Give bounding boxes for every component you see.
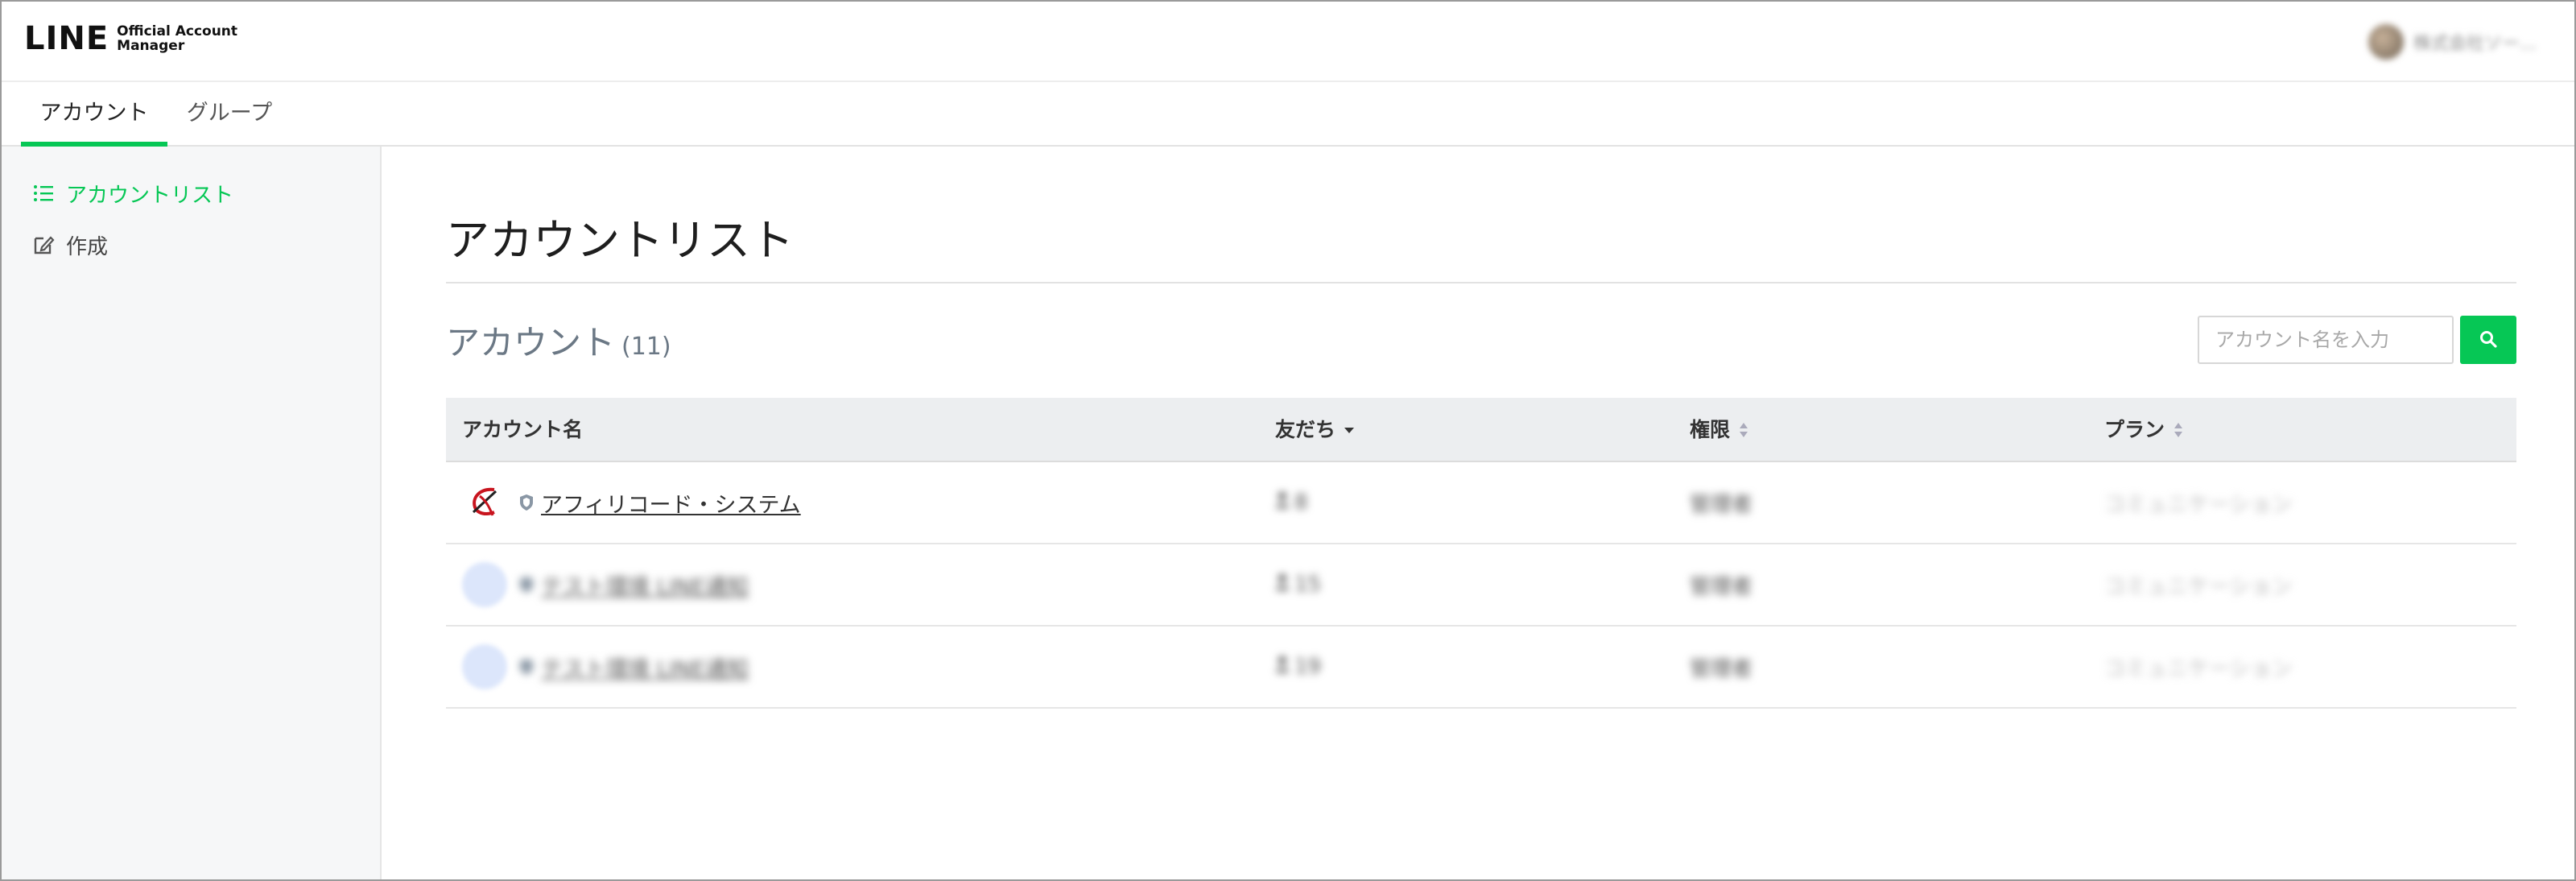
column-header-account-name[interactable]: アカウント名	[462, 398, 583, 462]
account-avatar	[462, 480, 507, 525]
account-name-link[interactable]: テスト環境 LINE通知	[541, 651, 749, 683]
account-count: (11)	[621, 333, 671, 361]
section-title: アカウント (11)	[446, 316, 671, 365]
main-tabs: アカウント グループ	[2, 82, 2574, 147]
account-search-input[interactable]	[2198, 316, 2454, 364]
logo-sub-text: Official Account Manager	[117, 24, 237, 53]
table-header: アカウント名 友だち 権限 プラン	[446, 398, 2516, 462]
section-title-label: アカウント	[446, 323, 616, 362]
edit-icon	[31, 232, 56, 258]
tab-group[interactable]: グループ	[177, 82, 282, 145]
sidebar-item-label: 作成	[66, 234, 109, 259]
role-cell: 管理者	[1690, 574, 1753, 599]
top-header: LINE Official Account Manager 株式会社ソー...	[2, 2, 2574, 82]
account-name-cell: アフィリコード・システム	[462, 462, 801, 543]
column-label: プラン	[2104, 418, 2165, 441]
table-row[interactable]: アフィリコード・システム 8 管理者 コミュニケーション	[446, 462, 2516, 544]
search-button[interactable]	[2460, 316, 2516, 364]
account-table: アカウント名 友だち 権限 プラン アフィリコード・システム 8 管理者 コミュ…	[446, 398, 2516, 709]
person-icon	[1275, 655, 1290, 679]
friends-count-value: 19	[1294, 655, 1322, 679]
logo-main-text: LINE	[24, 20, 109, 57]
sort-icon	[2173, 421, 2184, 439]
logo-sub-line2: Manager	[117, 38, 185, 54]
plan-cell: コミュニケーション	[2104, 574, 2293, 599]
line-oa-manager-logo[interactable]: LINE Official Account Manager	[24, 19, 237, 58]
role-cell: 管理者	[1690, 492, 1753, 517]
column-label: 友だち	[1275, 418, 1336, 441]
account-name-cell: テスト環境 LINE通知	[462, 627, 749, 707]
account-name-link[interactable]: テスト環境 LINE通知	[541, 569, 749, 601]
friends-count-value: 8	[1294, 490, 1308, 515]
person-icon	[1275, 490, 1290, 515]
sidebar-item-create[interactable]: 作成	[31, 229, 108, 261]
sort-desc-icon	[1344, 426, 1355, 434]
column-header-friends[interactable]: 友だち	[1275, 398, 1355, 462]
search-icon	[2479, 330, 2497, 350]
table-row[interactable]: テスト環境 LINE通知 19 管理者 コミュニケーション	[446, 627, 2516, 709]
sort-icon	[1738, 421, 1749, 439]
account-avatar	[462, 562, 507, 607]
column-header-plan[interactable]: プラン	[2104, 398, 2184, 462]
sidebar-item-label: アカウントリスト	[66, 183, 234, 208]
person-icon	[1275, 573, 1290, 597]
shield-icon	[518, 576, 535, 594]
account-name-link[interactable]: アフィリコード・システム	[541, 487, 801, 519]
app-window: LINE Official Account Manager 株式会社ソー... …	[0, 0, 2576, 881]
column-label: 権限	[1690, 418, 1731, 441]
friends-count-value: 15	[1294, 573, 1322, 597]
shield-icon	[518, 494, 535, 511]
account-name-cell: テスト環境 LINE通知	[462, 544, 749, 625]
logo-sub-line1: Official Account	[117, 23, 238, 39]
friends-count: 8	[1275, 462, 1308, 543]
role-cell: 管理者	[1690, 656, 1753, 681]
shield-icon	[518, 658, 535, 676]
plan-cell: コミュニケーション	[2104, 656, 2293, 681]
user-avatar	[2368, 24, 2404, 60]
sidebar-item-account-list[interactable]: アカウントリスト	[31, 177, 233, 209]
friends-count: 15	[1275, 544, 1321, 625]
main-content: アカウントリスト アカウント(11) アカウント名 友だち	[382, 147, 2574, 879]
list-icon	[31, 180, 56, 206]
column-label: アカウント名	[462, 418, 584, 441]
user-menu[interactable]: 株式会社ソー...	[2368, 19, 2542, 64]
tab-account[interactable]: アカウント	[21, 82, 167, 147]
table-row[interactable]: テスト環境 LINE通知 15 管理者 コミュニケーション	[446, 544, 2516, 627]
page-title: アカウントリスト	[446, 215, 794, 266]
account-avatar	[462, 644, 507, 689]
friends-count: 19	[1275, 627, 1321, 707]
user-name: 株式会社ソー...	[2413, 34, 2537, 54]
plan-cell: コミュニケーション	[2104, 492, 2293, 517]
title-divider	[446, 282, 2516, 283]
column-header-role[interactable]: 権限	[1690, 398, 1749, 462]
